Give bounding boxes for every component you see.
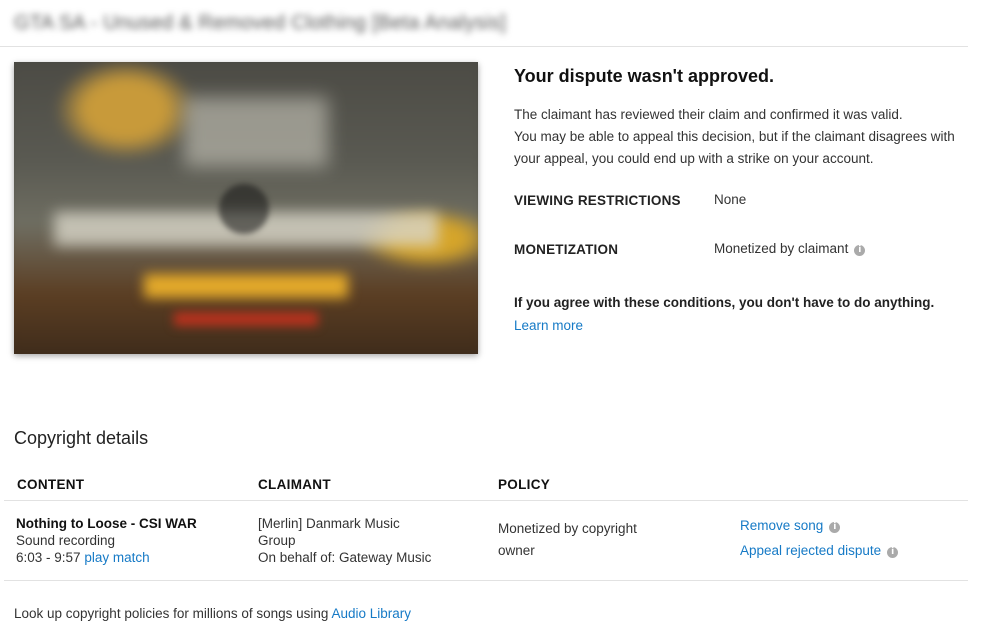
policy-cell: Monetized by copyright owner bbox=[498, 518, 637, 562]
play-match-link[interactable]: play match bbox=[84, 550, 149, 565]
claimant-cell: [Merlin] Danmark Music Group On behalf o… bbox=[258, 515, 431, 566]
video-thumbnail[interactable] bbox=[14, 62, 478, 354]
appeal-rejected-dispute-link[interactable]: Appeal rejected dispute bbox=[740, 543, 881, 558]
agree-text: If you agree with these conditions, you … bbox=[514, 295, 935, 310]
viewing-restrictions-label: VIEWING RESTRICTIONS bbox=[514, 193, 681, 208]
learn-more-link[interactable]: Learn more bbox=[514, 318, 583, 333]
monetization-label: MONETIZATION bbox=[514, 242, 619, 257]
appeal-action: Appeal rejected dispute i bbox=[740, 543, 899, 558]
thumbnail-banner-yellow bbox=[144, 274, 348, 298]
play-icon[interactable] bbox=[219, 184, 269, 234]
table-bottom-divider bbox=[4, 580, 968, 581]
dispute-line: The claimant has reviewed their claim an… bbox=[514, 107, 903, 122]
content-title: Nothing to Loose - CSI WAR bbox=[16, 516, 197, 531]
thumbnail-text-block bbox=[184, 97, 328, 167]
remove-song-link[interactable]: Remove song bbox=[740, 518, 823, 533]
footer-text: Look up copyright policies for millions … bbox=[14, 606, 411, 621]
monetization-value: Monetized by claimant bbox=[714, 241, 849, 256]
monetization-value-wrap: Monetized by claimant i bbox=[714, 241, 866, 256]
content-type: Sound recording bbox=[16, 533, 116, 548]
content-range-wrap: 6:03 - 9:57 play match bbox=[16, 549, 197, 566]
dispute-description: The claimant has reviewed their claim an… bbox=[514, 104, 974, 170]
policy-line: owner bbox=[498, 543, 535, 558]
column-header-content: CONTENT bbox=[17, 477, 85, 492]
info-icon[interactable]: i bbox=[887, 547, 899, 558]
claimant-on-behalf: On behalf of: Gateway Music bbox=[258, 550, 432, 565]
video-title: GTA SA - Unused & Removed Clothing [Beta… bbox=[14, 12, 507, 34]
dispute-heading: Your dispute wasn't approved. bbox=[514, 66, 774, 86]
column-header-policy: POLICY bbox=[498, 477, 551, 492]
table-header-divider bbox=[4, 500, 968, 501]
thumbnail-banner-red bbox=[174, 312, 318, 326]
claimant-name: [Merlin] Danmark Music bbox=[258, 516, 400, 531]
audio-library-link[interactable]: Audio Library bbox=[331, 606, 411, 621]
dispute-line: your appeal, you could end up with a str… bbox=[514, 151, 874, 166]
remove-song-action: Remove song i bbox=[740, 518, 841, 533]
policy-line: Monetized by copyright bbox=[498, 521, 637, 536]
content-range: 6:03 - 9:57 bbox=[16, 550, 81, 565]
viewing-restrictions-value: None bbox=[714, 192, 747, 207]
info-icon[interactable]: i bbox=[854, 245, 866, 256]
copyright-details-heading: Copyright details bbox=[14, 428, 149, 448]
header-divider bbox=[0, 46, 968, 47]
column-header-claimant: CLAIMANT bbox=[258, 477, 331, 492]
footer-text-label: Look up copyright policies for millions … bbox=[14, 606, 329, 621]
info-icon[interactable]: i bbox=[829, 522, 841, 533]
dispute-line: You may be able to appeal this decision,… bbox=[514, 129, 955, 144]
claimant-name-cont: Group bbox=[258, 533, 296, 548]
content-cell: Nothing to Loose - CSI WAR Sound recordi… bbox=[16, 515, 197, 566]
